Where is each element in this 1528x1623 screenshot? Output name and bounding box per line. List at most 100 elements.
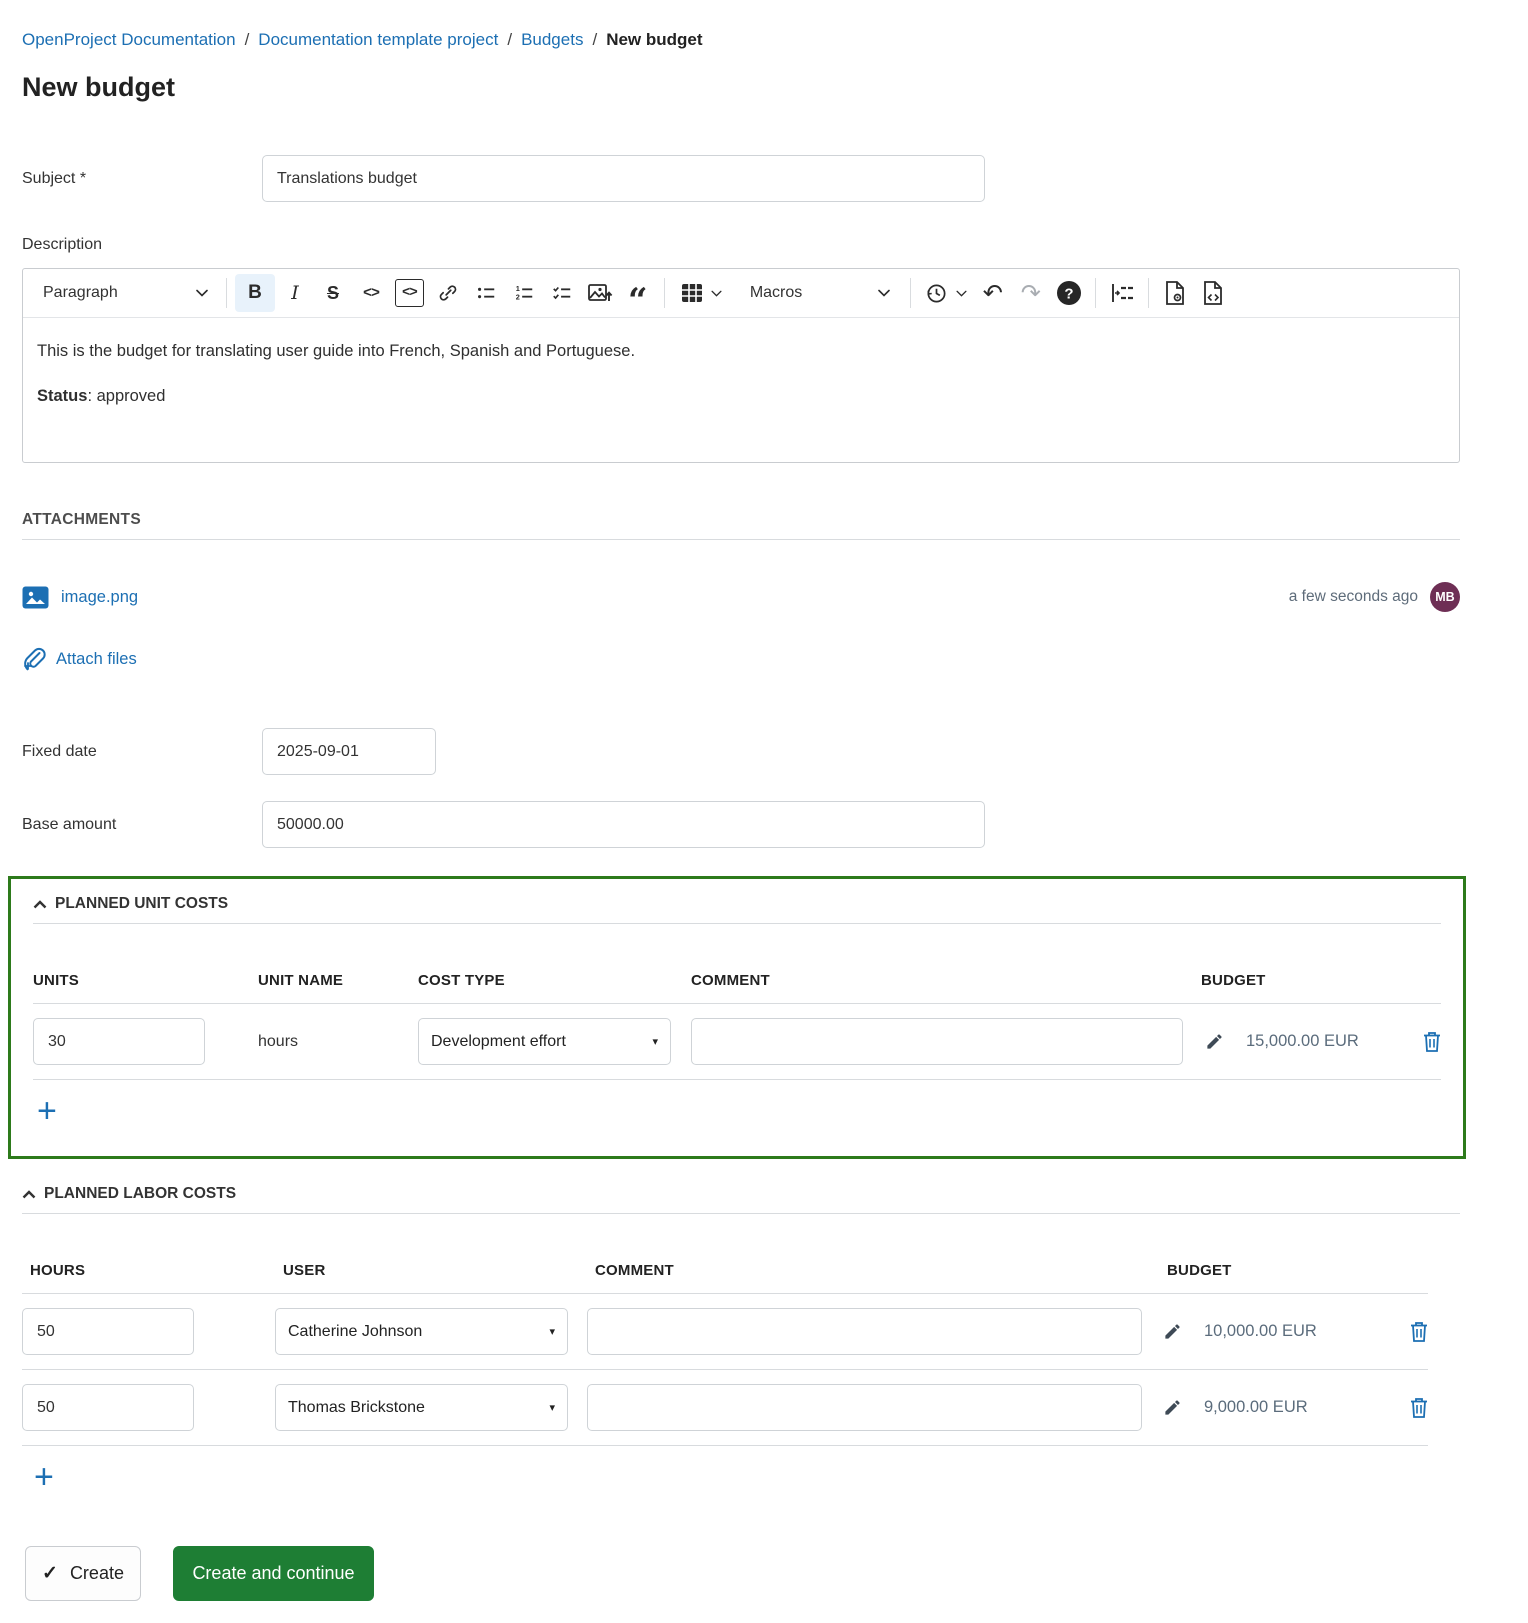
revision-history-dropdown[interactable]	[919, 274, 973, 312]
blockquote-icon[interactable]: “	[620, 274, 656, 312]
breadcrumb-link-budgets[interactable]: Budgets	[521, 30, 583, 49]
labor-comment-input[interactable]	[587, 1308, 1142, 1355]
attachment-file-name: image.png	[61, 588, 138, 607]
user-select[interactable]: Catherine Johnson ▾	[275, 1308, 568, 1355]
breadcrumb-current-new-budget: New budget	[606, 30, 702, 49]
select-caret-icon: ▾	[549, 1325, 555, 1338]
link-icon[interactable]	[430, 274, 466, 312]
labor-budget-value: 10,000.00 EUR	[1204, 1322, 1317, 1341]
help-icon[interactable]: ?	[1051, 274, 1087, 312]
editor-toolbar: Paragraph B I S <> <> 12 “	[23, 269, 1459, 318]
strikethrough-button[interactable]: S	[315, 274, 351, 312]
subject-label: Subject *	[22, 170, 262, 188]
unit-name-value: hours	[258, 1033, 418, 1051]
fixed-date-input[interactable]	[262, 728, 436, 775]
breadcrumb: OpenProject Documentation / Documentation …	[22, 30, 1460, 50]
planned-labor-costs-header[interactable]: PLANNED LABOR COSTS	[22, 1185, 1460, 1214]
redo-icon[interactable]: ↷	[1013, 274, 1049, 312]
preview-icon[interactable]	[1157, 274, 1193, 312]
user-selected-value: Catherine Johnson	[288, 1323, 422, 1341]
base-amount-row: Base amount	[22, 801, 1460, 848]
insert-table-dropdown[interactable]	[673, 274, 730, 312]
table-icon	[681, 283, 703, 303]
edit-budget-icon[interactable]	[1163, 1322, 1182, 1341]
units-input[interactable]	[33, 1018, 205, 1065]
attachment-timestamp: a few seconds ago	[1289, 588, 1418, 606]
planned-unit-costs-header[interactable]: PLANNED UNIT COSTS	[33, 895, 1441, 924]
chevron-down-icon	[956, 290, 967, 297]
comment-column-header: COMMENT	[691, 972, 1201, 989]
unit-costs-row: hours Development effort ▾ 15,000.00 EUR	[33, 1004, 1441, 1080]
add-labor-cost-button[interactable]: +	[30, 1446, 70, 1500]
budget-column-header: BUDGET	[1167, 1262, 1388, 1279]
toolbar-divider	[1148, 278, 1149, 308]
breadcrumb-link-documentation-template-project[interactable]: Documentation template project	[258, 30, 498, 49]
description-editor: Paragraph B I S <> <> 12 “	[22, 268, 1460, 463]
attachments-section-title: ATTACHMENTS	[22, 511, 1460, 540]
breadcrumb-separator: /	[245, 30, 250, 49]
planned-unit-costs-section: PLANNED UNIT COSTS UNITS UNIT NAME COST …	[8, 876, 1466, 1159]
paperclip-icon	[22, 646, 46, 672]
inline-code-button[interactable]: <>	[353, 274, 389, 312]
numbered-list-icon[interactable]: 12	[506, 274, 542, 312]
delete-row-icon[interactable]	[1423, 1031, 1441, 1052]
insert-image-icon[interactable]	[582, 274, 618, 312]
user-column-header: USER	[283, 1262, 595, 1279]
user-select[interactable]: Thomas Brickstone ▾	[275, 1384, 568, 1431]
hours-input[interactable]	[22, 1308, 194, 1355]
edit-budget-icon[interactable]	[1163, 1398, 1182, 1417]
macros-dropdown[interactable]: Macros	[732, 274, 902, 312]
create-and-continue-label: Create and continue	[192, 1563, 354, 1584]
code-block-button[interactable]: <>	[395, 279, 424, 307]
edit-budget-icon[interactable]	[1205, 1032, 1224, 1051]
toolbar-divider	[226, 278, 227, 308]
undo-icon[interactable]: ↶	[975, 274, 1011, 312]
create-button-label: Create	[70, 1563, 124, 1584]
hours-input[interactable]	[22, 1384, 194, 1431]
chevron-up-icon	[22, 1190, 36, 1199]
cost-type-column-header: COST TYPE	[418, 972, 691, 989]
budget-form-page: OpenProject Documentation / Documentation …	[0, 0, 1528, 1601]
paragraph-style-label: Paragraph	[43, 284, 118, 302]
cost-type-selected-value: Development effort	[431, 1033, 566, 1051]
labor-costs-row: Catherine Johnson ▾ 10,000.00 EUR	[22, 1294, 1428, 1370]
todo-list-icon[interactable]	[544, 274, 580, 312]
cost-type-select[interactable]: Development effort ▾	[418, 1018, 671, 1065]
description-status-line: Status: approved	[37, 387, 1445, 406]
attachment-file-link[interactable]: image.png	[22, 586, 138, 609]
macros-label: Macros	[744, 284, 808, 302]
labor-comment-input[interactable]	[587, 1384, 1142, 1431]
page-break-icon[interactable]	[1104, 274, 1140, 312]
delete-row-icon[interactable]	[1410, 1397, 1428, 1418]
unit-budget-value: 15,000.00 EUR	[1246, 1032, 1359, 1051]
delete-row-icon[interactable]	[1410, 1321, 1428, 1342]
fixed-date-label: Fixed date	[22, 743, 262, 761]
hours-column-header: HOURS	[30, 1262, 283, 1279]
budget-column-header: BUDGET	[1201, 972, 1401, 989]
base-amount-input[interactable]	[262, 801, 985, 848]
avatar: MB	[1430, 582, 1460, 612]
toolbar-divider	[664, 278, 665, 308]
bulleted-list-icon[interactable]	[468, 274, 504, 312]
bold-button[interactable]: B	[235, 274, 275, 312]
source-code-icon[interactable]	[1195, 274, 1231, 312]
subject-input[interactable]	[262, 155, 985, 202]
create-button[interactable]: ✓ Create	[25, 1546, 141, 1601]
checkmark-icon: ✓	[42, 1562, 58, 1585]
subject-row: Subject *	[22, 155, 1460, 202]
select-caret-icon: ▾	[652, 1035, 658, 1048]
breadcrumb-separator: /	[507, 30, 512, 49]
add-unit-cost-button[interactable]: +	[33, 1080, 73, 1134]
unit-comment-input[interactable]	[691, 1018, 1183, 1065]
planned-labor-costs-title: PLANNED LABOR COSTS	[44, 1185, 236, 1203]
italic-button[interactable]: I	[277, 274, 313, 312]
breadcrumb-link-openproject-documentation[interactable]: OpenProject Documentation	[22, 30, 236, 49]
attachment-row: image.png a few seconds ago MB	[22, 582, 1460, 612]
breadcrumb-separator: /	[592, 30, 597, 49]
create-and-continue-button[interactable]: Create and continue	[173, 1546, 374, 1601]
paragraph-style-dropdown[interactable]: Paragraph	[33, 274, 218, 312]
unit-costs-header-row: UNITS UNIT NAME COST TYPE COMMENT BUDGET	[33, 972, 1441, 1004]
description-content[interactable]: This is the budget for translating user …	[23, 318, 1459, 462]
attach-files-button[interactable]: Attach files	[22, 646, 1460, 672]
form-actions: ✓ Create Create and continue	[22, 1546, 1460, 1601]
